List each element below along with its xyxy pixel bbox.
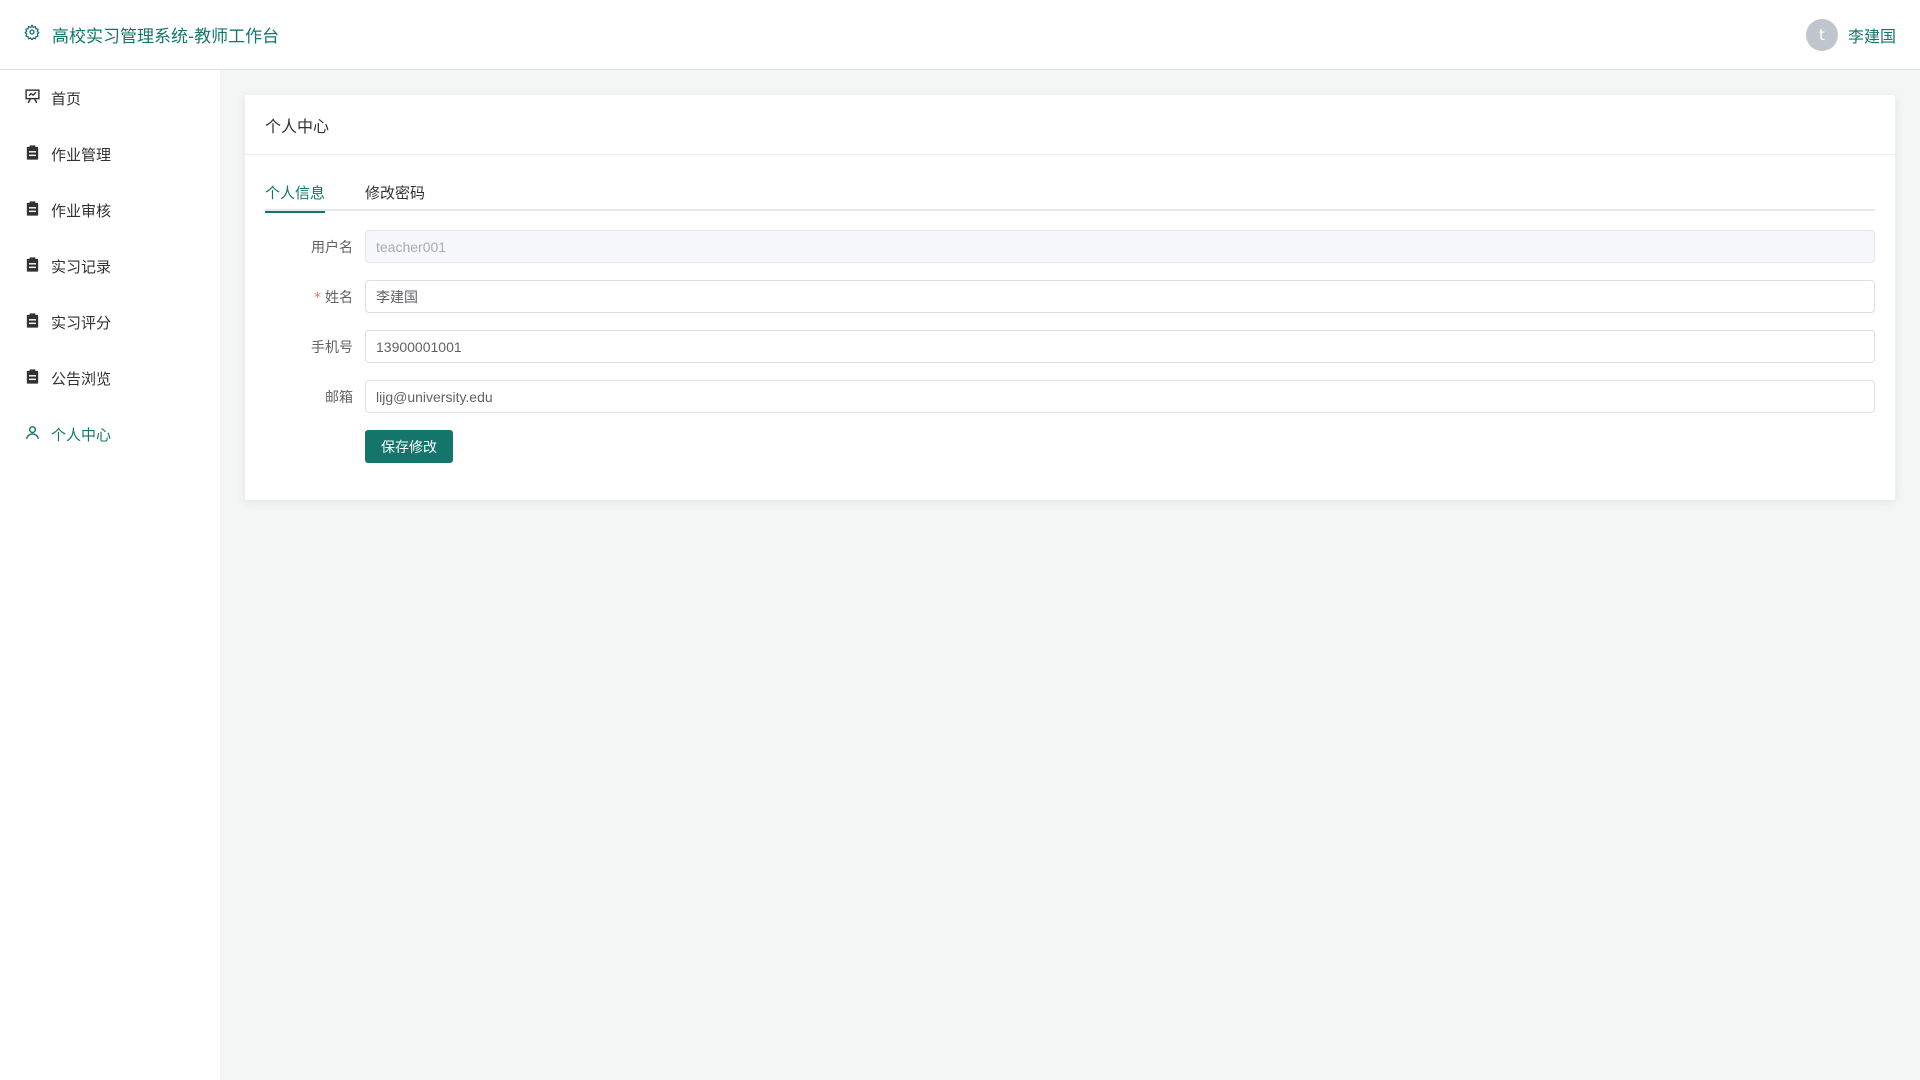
- email-field[interactable]: [365, 380, 1875, 413]
- top-bar: 高校实习管理系统-教师工作台 t 李建国: [0, 0, 1920, 70]
- email-label: 邮箱: [325, 389, 353, 406]
- app-brand: 高校实习管理系统-教师工作台: [24, 22, 279, 47]
- sidebar-item-label: 公告浏览: [51, 369, 112, 388]
- name-label-wrap: * 姓名: [265, 287, 365, 307]
- user-icon: [24, 424, 41, 445]
- username-label: 用户名: [311, 239, 353, 256]
- tab-personal-info[interactable]: 个人信息: [265, 183, 326, 213]
- presentation-icon: [24, 88, 41, 109]
- clipboard-icon: [24, 200, 41, 221]
- sidebar-item-label: 作业管理: [51, 145, 112, 164]
- username-row: 用户名: [265, 230, 1875, 263]
- save-button[interactable]: 保存修改: [365, 430, 453, 463]
- clipboard-icon: [24, 144, 41, 165]
- phone-field[interactable]: [365, 330, 1875, 363]
- card-title: 个人中心: [245, 95, 1895, 155]
- phone-row: 手机号: [265, 330, 1875, 363]
- sidebar-item-label: 个人中心: [51, 425, 112, 444]
- app-title: 高校实习管理系统-教师工作台: [52, 27, 280, 47]
- sidebar-item-homework-management[interactable]: 作业管理: [0, 126, 220, 182]
- email-row: 邮箱: [265, 380, 1875, 413]
- user-menu[interactable]: t 李建国: [1805, 18, 1896, 51]
- sidebar-item-label: 作业审核: [51, 201, 112, 220]
- phone-label: 手机号: [311, 339, 353, 356]
- tab-change-password[interactable]: 修改密码: [365, 183, 425, 211]
- sidebar-item-home[interactable]: 首页: [0, 70, 220, 126]
- sidebar-item-homework-review[interactable]: 作业审核: [0, 182, 220, 238]
- sidebar-item-internship-records[interactable]: 实习记录: [0, 238, 220, 294]
- sidebar-item-announcements[interactable]: 公告浏览: [0, 350, 220, 406]
- clipboard-icon: [24, 312, 41, 333]
- username-field[interactable]: [365, 230, 1875, 263]
- sidebar-item-label: 实习评分: [51, 313, 112, 332]
- clipboard-icon: [24, 368, 41, 389]
- sidebar: 首页 作业管理 作业审核 实习记录 实习评分 公告浏览 个人中心: [0, 70, 220, 1080]
- name-field[interactable]: [365, 280, 1875, 313]
- avatar[interactable]: t: [1805, 18, 1838, 51]
- sidebar-item-label: 实习记录: [51, 257, 112, 276]
- gear-icon: [24, 24, 40, 45]
- profile-tabs: 个人信息 修改密码: [265, 183, 1875, 213]
- sidebar-item-label: 首页: [51, 89, 82, 108]
- profile-card: 个人中心 个人信息 修改密码 用户名 *姓名 手机号 邮箱 保存修改: [245, 95, 1895, 500]
- name-label: 姓名: [325, 289, 353, 306]
- user-name[interactable]: 李建国: [1848, 23, 1896, 47]
- clipboard-icon: [24, 256, 41, 277]
- sidebar-item-profile[interactable]: 个人中心: [0, 406, 220, 462]
- required-marker: *: [314, 289, 321, 306]
- sidebar-item-internship-scoring[interactable]: 实习评分: [0, 294, 220, 350]
- name-row: * 姓名: [265, 280, 1875, 313]
